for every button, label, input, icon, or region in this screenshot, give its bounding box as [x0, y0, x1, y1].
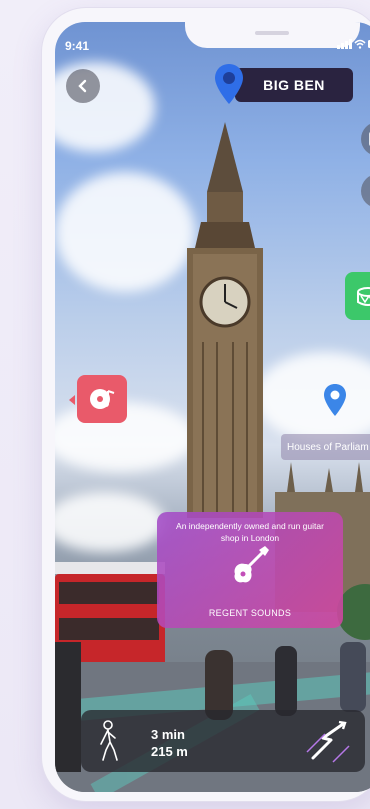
guitar-icon	[234, 546, 269, 583]
music-poi-marker[interactable]	[69, 375, 127, 423]
navigation-bar[interactable]: 3 min 215 m	[81, 710, 365, 772]
location-pin-icon	[215, 64, 243, 104]
walking-person-icon	[100, 720, 118, 761]
shop-info-card[interactable]: An independently owned and run guitar sh…	[157, 512, 343, 628]
music-disc-icon	[90, 389, 115, 409]
signal-wifi-battery-icon	[337, 39, 370, 49]
chevron-left-icon	[78, 79, 87, 93]
parliament-label[interactable]: Houses of Parliam	[281, 434, 370, 460]
shop-name: REGENT SOUNDS	[208, 608, 292, 618]
nav-duration: 3 min	[151, 727, 185, 742]
drum-icon	[357, 287, 370, 306]
parliament-label-text: Houses of Parliam	[287, 441, 369, 453]
drum-poi-marker[interactable]	[345, 272, 370, 320]
shop-description: An independently owned and run guitar sh…	[176, 521, 324, 543]
route-icon[interactable]	[305, 718, 353, 764]
landmark-title: BIG BEN	[235, 68, 353, 102]
landmark-title-text: BIG BEN	[263, 77, 325, 93]
status-icons	[337, 38, 370, 53]
back-button[interactable]	[66, 69, 100, 103]
phone-notch	[185, 22, 360, 48]
parliament-pin-icon[interactable]	[321, 382, 349, 418]
status-time: 9:41	[65, 39, 90, 53]
speaker-grille	[255, 31, 289, 35]
ar-view: 9:41 BIG BEN Houses of Parliam An indepe…	[55, 22, 370, 792]
nav-distance: 215 m	[151, 744, 188, 759]
